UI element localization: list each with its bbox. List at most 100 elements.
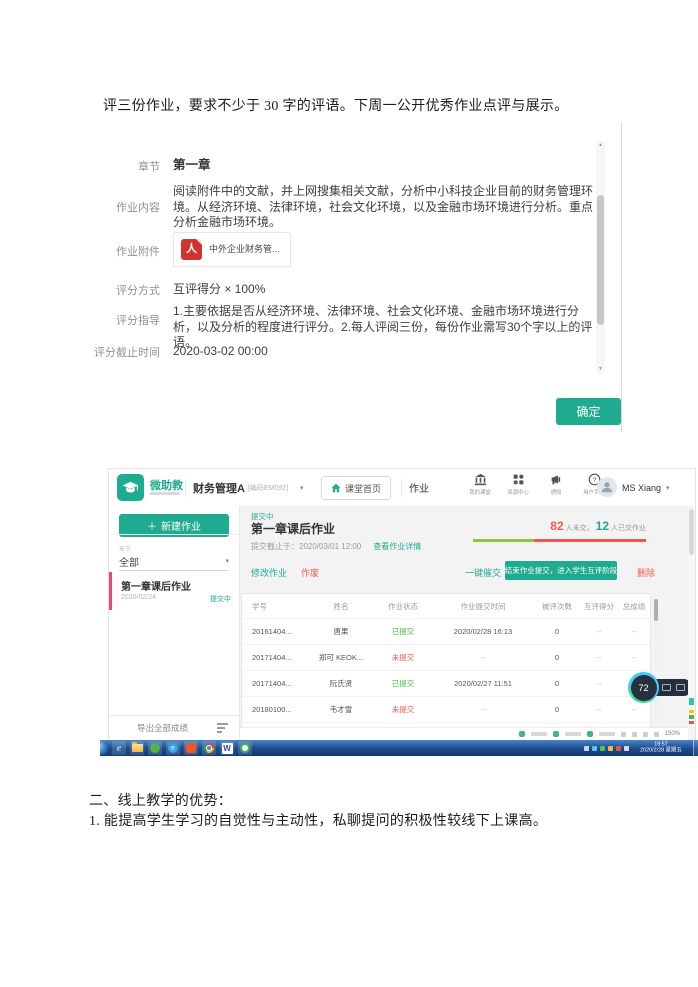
tray-icon[interactable] bbox=[624, 746, 629, 751]
pdf-icon: 人 bbox=[181, 239, 202, 260]
table-header-row: 学号 姓名 作业状态 作业提交时间 被评次数 互评得分 总成绩 bbox=[242, 594, 650, 618]
form-row-deadline: 评分截止时间 2020-03-02 00:00 bbox=[90, 344, 630, 360]
taskbar-explorer-icon[interactable] bbox=[130, 741, 144, 755]
sort-icon bbox=[217, 723, 228, 733]
chevron-down-icon: ▾ bbox=[666, 484, 670, 492]
user-menu[interactable]: MS Xiang ▾ bbox=[622, 469, 670, 506]
paragraph-top: 评三份作业，要求不少于 30 字的评语。下周一公开优秀作业点评与展示。 bbox=[103, 95, 569, 115]
browser-status-strip: 150% bbox=[240, 727, 688, 740]
header-nav: 我的课堂 资源中心 bbox=[465, 473, 610, 496]
status-icon[interactable] bbox=[654, 732, 659, 737]
scroll-up-icon[interactable]: ▲ bbox=[596, 141, 605, 149]
tab-assignments[interactable]: 作业 bbox=[409, 469, 429, 506]
assignment-item-date: 2020/02/24 bbox=[121, 594, 156, 601]
zoom-level[interactable]: 150% bbox=[665, 731, 680, 737]
col-total-score: 总成绩 bbox=[618, 601, 650, 612]
user-name: MS Xiang bbox=[622, 483, 661, 493]
attachment-label: 作业附件 bbox=[90, 232, 160, 267]
taskbar-word-icon[interactable]: W bbox=[220, 741, 234, 755]
clean-icon[interactable] bbox=[662, 684, 671, 691]
chapter-label: 章节 bbox=[90, 158, 160, 174]
tray-icon[interactable] bbox=[616, 746, 621, 751]
status-icon[interactable] bbox=[643, 732, 648, 737]
addon-icon[interactable] bbox=[519, 731, 525, 737]
form-scrollbar-thumb[interactable] bbox=[597, 195, 604, 325]
form-row-content: 作业内容 阅读附件中的文献，并上网搜集相关文献，分析中小科技企业目前的财务管理环… bbox=[90, 184, 630, 231]
browser-scrollbar-thumb[interactable] bbox=[689, 509, 694, 555]
taskbar-app-orange-icon[interactable] bbox=[184, 741, 198, 755]
svg-text:?: ? bbox=[593, 477, 597, 484]
view-detail-link[interactable]: 查看作业详情 bbox=[373, 541, 421, 552]
addon-icon[interactable] bbox=[587, 731, 593, 737]
assignment-item-title: 第一章课后作业 bbox=[121, 578, 191, 593]
nav-my-classes[interactable]: 我的课堂 bbox=[465, 473, 496, 496]
table-row[interactable]: 20161404... 唐果 已提交 2020/02/28 16:13 0 --… bbox=[242, 618, 650, 644]
content-label: 作业内容 bbox=[90, 184, 160, 231]
tray-icon[interactable] bbox=[584, 746, 589, 751]
weizhujiao-app-window: 微助教 财务管理A [编码EM592] ▾ 课堂首页 作业 bbox=[108, 468, 696, 741]
deadline-value: 2020-03-02 00:00 bbox=[173, 344, 601, 360]
delete-link[interactable]: 删除 bbox=[637, 566, 655, 579]
table-row[interactable]: 20171404... 郑可 KEOK... 未提交 -- 0 -- -- bbox=[242, 644, 650, 670]
app-logo[interactable] bbox=[117, 474, 144, 501]
addon-label bbox=[565, 732, 581, 736]
megaphone-icon bbox=[550, 473, 563, 486]
form-scrollbar[interactable]: ▲ ▼ bbox=[596, 140, 605, 374]
classroom-home-button[interactable]: 课堂首页 bbox=[321, 476, 391, 500]
finish-submission-button[interactable]: 结束作业提交，进入学生互评阶段 bbox=[505, 561, 617, 580]
chapter-filter-value: 全部 bbox=[119, 554, 139, 569]
nav-resource-center[interactable]: 资源中心 bbox=[503, 473, 534, 496]
taskbar-app-green-icon[interactable] bbox=[148, 741, 162, 755]
tray-icon[interactable] bbox=[608, 746, 613, 751]
table-row[interactable]: 20171404... 阮氏贤 已提交 2020/02/27 11:51 0 -… bbox=[242, 670, 650, 696]
void-assignment-link[interactable]: 作废 bbox=[301, 566, 319, 579]
confirm-button[interactable]: 确定 bbox=[556, 398, 621, 425]
show-desktop-button[interactable] bbox=[693, 740, 698, 756]
scroll-down-icon[interactable]: ▼ bbox=[596, 365, 605, 373]
tray-icon[interactable] bbox=[600, 746, 605, 751]
submitted-label: 人已交作业 bbox=[611, 523, 646, 533]
urge-submit-link[interactable]: 一键催交 bbox=[465, 566, 501, 579]
table-scrollbar[interactable] bbox=[654, 597, 658, 737]
user-avatar[interactable] bbox=[597, 477, 617, 497]
status-icon[interactable] bbox=[632, 732, 637, 737]
taskbar-ie-icon[interactable]: e bbox=[112, 741, 126, 755]
taskbar-clock[interactable]: 19:57 2020/2/28 星期五 bbox=[636, 742, 686, 755]
addon-label bbox=[599, 732, 615, 736]
boost-icon[interactable] bbox=[676, 684, 685, 691]
addon-icon[interactable] bbox=[553, 731, 559, 737]
taskbar-app-ring-icon[interactable] bbox=[238, 741, 252, 755]
export-grades-button[interactable]: 导出全部成绩 bbox=[109, 715, 239, 740]
sidebar-item-assignment[interactable]: 第一章课后作业 2020/02/24 提交中 bbox=[109, 572, 239, 610]
col-name: 姓名 bbox=[308, 601, 374, 612]
status-icon[interactable] bbox=[621, 732, 626, 737]
course-selector[interactable]: 财务管理A [编码EM592] ▾ bbox=[193, 469, 304, 506]
section-title: 二、线上教学的优势： bbox=[89, 790, 232, 810]
scroll-marker bbox=[689, 710, 694, 713]
taskbar-chrome-icon[interactable] bbox=[202, 741, 216, 755]
table-row[interactable]: 20180100... 韦才雪 未提交 -- 0 -- -- bbox=[242, 696, 650, 722]
resources-icon bbox=[512, 473, 525, 486]
tray-icon[interactable] bbox=[592, 746, 597, 751]
windows-taskbar: e e W 19:57 2020/2/28 星期五 bbox=[100, 740, 698, 756]
table-scrollbar-thumb[interactable] bbox=[654, 599, 658, 621]
edit-assignment-link[interactable]: 修改作业 bbox=[251, 566, 287, 579]
browser-scrollbar[interactable] bbox=[688, 506, 695, 727]
clock-date: 2020/2/28 星期五 bbox=[636, 748, 686, 754]
start-button[interactable] bbox=[100, 741, 108, 755]
course-code: [编码EM592] bbox=[248, 483, 288, 493]
form-row-attachment: 作业附件 人 中外企业财务管... bbox=[90, 232, 630, 267]
deadline-row: 提交截止于：2020/03/01 12:00 查看作业详情 bbox=[251, 541, 421, 552]
attachment-chip[interactable]: 人 中外企业财务管... bbox=[173, 232, 291, 267]
taskbar-browser-icon[interactable]: e bbox=[166, 741, 180, 755]
header-divider bbox=[185, 478, 186, 497]
chapter-filter-select[interactable]: 全部 ▾ bbox=[119, 552, 229, 571]
col-student-id: 学号 bbox=[242, 601, 308, 612]
chevron-down-icon: ▾ bbox=[225, 557, 229, 565]
scroll-marker bbox=[689, 698, 694, 705]
student-table: 学号 姓名 作业状态 作业提交时间 被评次数 互评得分 总成绩 20161404… bbox=[241, 593, 651, 741]
speedball[interactable]: 72 bbox=[628, 672, 659, 703]
scroll-marker bbox=[689, 715, 694, 719]
nav-notifications[interactable]: 通知 bbox=[541, 473, 572, 496]
col-peer-score: 互评得分 bbox=[580, 601, 618, 612]
